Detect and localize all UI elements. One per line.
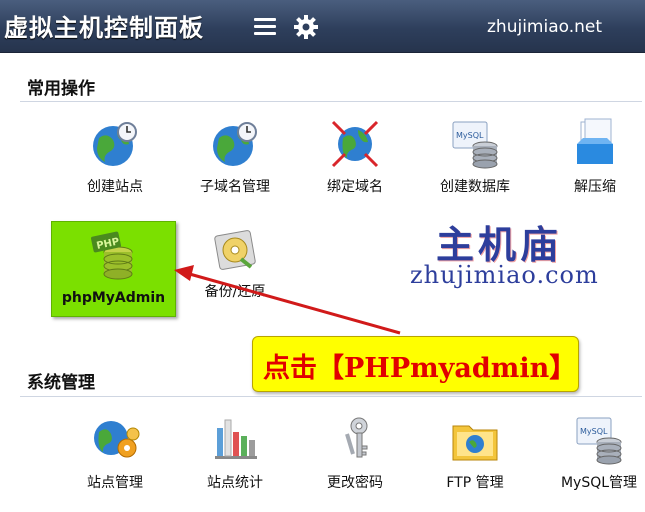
tile-label: MySQL管理 bbox=[560, 475, 638, 491]
tile-mysql-manage[interactable]: MySQL MySQL管理 bbox=[544, 412, 645, 502]
archive-icon bbox=[577, 118, 613, 164]
tile-unzip[interactable]: 解压缩 bbox=[540, 116, 645, 206]
section-divider bbox=[20, 101, 642, 102]
tile-label: 站点统计 bbox=[207, 475, 263, 491]
keys-icon bbox=[345, 417, 368, 458]
tile-create-site[interactable]: 创建站点 bbox=[60, 116, 170, 206]
tile-label: 解压缩 bbox=[574, 179, 616, 195]
globe-clock-icon bbox=[93, 122, 137, 166]
tile-label: 创建数据库 bbox=[440, 179, 510, 195]
watermark-url: zhujimiao.com bbox=[410, 261, 599, 289]
section-title-common: 常用操作 bbox=[27, 79, 95, 99]
tile-backup-restore[interactable]: 备份/还原 bbox=[180, 221, 290, 311]
tile-label: 子域名管理 bbox=[200, 179, 270, 195]
callout-text: 点击【PHPmyadmin】 bbox=[263, 353, 577, 384]
tile-site-stats[interactable]: 站点统计 bbox=[180, 412, 290, 502]
section-title-system: 系统管理 bbox=[27, 373, 95, 393]
globe-clock-icon bbox=[213, 122, 257, 166]
globe-gears-icon bbox=[94, 421, 140, 458]
php-database-icon: PHP bbox=[90, 231, 132, 280]
tile-phpmyadmin[interactable]: PHP phpMyAdmin bbox=[51, 221, 176, 317]
tile-bind-domain[interactable]: 绑定域名 bbox=[300, 116, 410, 206]
globe-arrows-icon bbox=[331, 120, 379, 168]
tile-subdomain-manage[interactable]: 子域名管理 bbox=[180, 116, 290, 206]
tile-create-database[interactable]: MySQL 创建数据库 bbox=[420, 116, 530, 206]
tile-label: 备份/还原 bbox=[204, 284, 266, 300]
tile-label: 创建站点 bbox=[87, 179, 143, 195]
backup-disk-icon bbox=[214, 230, 256, 270]
bar-chart-icon bbox=[215, 419, 257, 459]
tile-label: 绑定域名 bbox=[327, 179, 383, 195]
tile-label: FTP 管理 bbox=[446, 475, 504, 491]
tile-ftp-manage[interactable]: FTP 管理 bbox=[420, 412, 530, 502]
svg-text:MySQL: MySQL bbox=[456, 131, 484, 140]
app-title: 虚拟主机控制面板 bbox=[4, 14, 204, 42]
site-domain-label: zhujimiao.net bbox=[487, 17, 603, 37]
tile-site-manage[interactable]: 站点管理 bbox=[60, 412, 170, 502]
tile-label: 站点管理 bbox=[87, 475, 143, 491]
gear-icon[interactable] bbox=[292, 13, 320, 41]
header-bar: 虚拟主机控制面板 zhujimiao.net bbox=[0, 0, 645, 53]
hamburger-menu-icon[interactable] bbox=[252, 14, 278, 40]
ftp-folder-icon bbox=[452, 425, 498, 461]
mysql-database-icon: MySQL bbox=[576, 417, 622, 465]
callout-box: 点击【PHPmyadmin】 bbox=[252, 336, 579, 392]
mysql-database-icon: MySQL bbox=[452, 121, 498, 169]
svg-text:MySQL: MySQL bbox=[580, 427, 608, 436]
tile-label: phpMyAdmin bbox=[61, 290, 166, 306]
tile-label: 更改密码 bbox=[327, 475, 383, 491]
tile-change-password[interactable]: 更改密码 bbox=[300, 412, 410, 502]
section-divider bbox=[20, 396, 642, 397]
